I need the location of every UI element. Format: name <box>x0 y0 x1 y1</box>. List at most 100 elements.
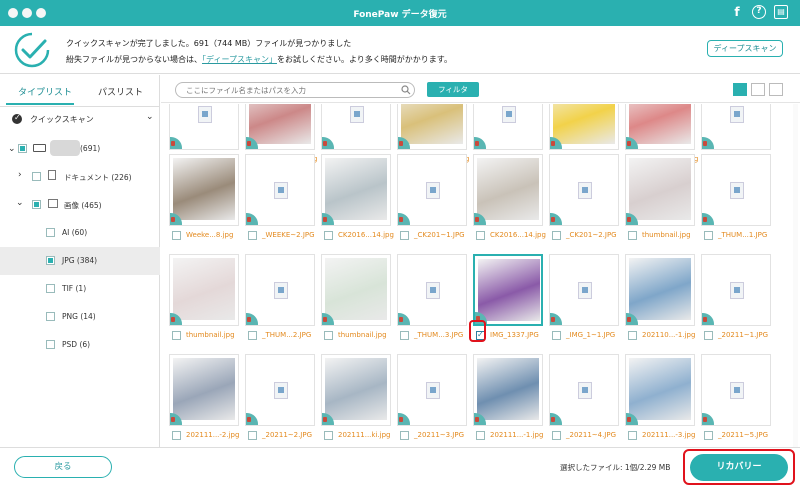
images-checkbox[interactable] <box>32 200 41 209</box>
deep-scan-button[interactable]: ディープスキャン <box>707 40 783 57</box>
file-checkbox[interactable] <box>172 431 181 440</box>
chevron-down-icon[interactable]: ⌄ <box>146 112 154 122</box>
file-tile[interactable]: _THUM...2.JPG <box>237 254 315 354</box>
chevron-down-icon[interactable]: ⌄ <box>8 144 16 154</box>
file-thumbnail[interactable] <box>625 254 695 326</box>
file-tile[interactable]: _20211~3.JPG <box>389 354 467 447</box>
file-checkbox[interactable] <box>324 331 333 340</box>
file-checkbox[interactable] <box>552 431 561 440</box>
file-tile[interactable]: Weeke...8.jpg <box>161 154 239 254</box>
file-tile[interactable]: _WEEKE~2.JPG <box>237 154 315 254</box>
file-checkbox[interactable] <box>476 431 485 440</box>
recover-button[interactable]: リカバリー <box>690 454 788 481</box>
file-checkbox[interactable] <box>400 331 409 340</box>
jpg-checkbox[interactable] <box>46 256 55 265</box>
search-input[interactable] <box>175 82 415 98</box>
file-thumbnail[interactable] <box>473 354 543 426</box>
drive-row[interactable]: ⌄ (691) <box>0 135 160 163</box>
file-thumbnail[interactable] <box>701 104 771 150</box>
drive-checkbox[interactable] <box>18 144 27 153</box>
file-tile[interactable]: 202110...-1.jpg <box>617 254 695 354</box>
file-tile[interactable]: _CK201~1.JPG <box>389 154 467 254</box>
file-thumbnail[interactable] <box>397 104 467 150</box>
file-tile[interactable]: 202111...-3.jpg <box>617 354 695 447</box>
file-thumbnail[interactable] <box>169 354 239 426</box>
file-tile[interactable]: _THUM...1.JPG <box>693 154 771 254</box>
file-thumbnail[interactable] <box>169 104 239 150</box>
quick-scan-row[interactable]: ✓ クイックスキャン ⌄ <box>0 107 160 135</box>
file-tile[interactable]: _20211~5.JPG <box>693 354 771 447</box>
file-checkbox[interactable] <box>172 331 181 340</box>
file-thumbnail[interactable] <box>169 254 239 326</box>
file-thumbnail[interactable] <box>625 104 695 150</box>
documents-checkbox[interactable] <box>32 172 41 181</box>
deep-scan-link[interactable]: 「ディープスキャン」 <box>202 55 277 64</box>
detail-view-icon[interactable] <box>769 83 783 96</box>
tab-type-list[interactable]: タイプリスト <box>18 85 72 98</box>
file-tile[interactable]: 202111...ki.jpg <box>313 354 391 447</box>
file-thumbnail[interactable] <box>625 354 695 426</box>
file-thumbnail[interactable] <box>321 254 391 326</box>
file-tile[interactable]: thumbnail.jpg <box>161 254 239 354</box>
back-button[interactable]: 戻る <box>14 456 112 478</box>
file-tile[interactable]: _CK201~2.JPG <box>541 154 619 254</box>
file-thumbnail[interactable] <box>701 354 771 426</box>
file-type-tif[interactable]: TIF (1) <box>0 275 160 303</box>
file-checkbox[interactable] <box>628 431 637 440</box>
file-tile[interactable]: _20211~2.JPG <box>237 354 315 447</box>
file-thumbnail[interactable] <box>625 154 695 226</box>
file-thumbnail[interactable] <box>473 154 543 226</box>
file-tile[interactable]: _20211~1.JPG <box>693 254 771 354</box>
file-thumbnail[interactable] <box>549 104 619 150</box>
file-checkbox[interactable] <box>324 431 333 440</box>
file-checkbox[interactable] <box>704 231 713 240</box>
file-thumbnail[interactable] <box>549 154 619 226</box>
file-tile[interactable]: thumbnail.jpg <box>313 254 391 354</box>
grid-view-icon[interactable] <box>733 83 747 96</box>
documents-row[interactable]: › ドキュメント (226) <box>0 163 160 191</box>
file-checkbox[interactable] <box>476 231 485 240</box>
file-checkbox[interactable] <box>552 231 561 240</box>
file-thumbnail[interactable] <box>473 254 543 326</box>
file-tile[interactable]: CK2016...14.jpg <box>465 154 546 254</box>
png-checkbox[interactable] <box>46 312 55 321</box>
file-thumbnail[interactable] <box>397 354 467 426</box>
file-thumbnail[interactable] <box>169 154 239 226</box>
file-checkbox[interactable] <box>172 231 181 240</box>
file-thumbnail[interactable] <box>473 104 543 150</box>
file-checkbox[interactable] <box>552 331 561 340</box>
file-checkbox[interactable] <box>248 331 257 340</box>
filter-button[interactable]: フィルタ <box>427 82 479 97</box>
chevron-right-icon[interactable]: › <box>18 170 22 180</box>
search-icon[interactable] <box>401 85 411 95</box>
file-tile[interactable]: 202111...-1.jpg <box>465 354 543 447</box>
file-tile[interactable]: _IMG_1~1.JPG <box>541 254 619 354</box>
file-checkbox[interactable] <box>628 331 637 340</box>
file-thumbnail[interactable] <box>245 354 315 426</box>
file-thumbnail[interactable] <box>321 104 391 150</box>
scrollbar[interactable] <box>793 104 798 447</box>
file-type-ai[interactable]: AI (60) <box>0 219 160 247</box>
file-thumbnail[interactable] <box>397 254 467 326</box>
ai-checkbox[interactable] <box>46 228 55 237</box>
file-thumbnail[interactable] <box>245 254 315 326</box>
file-thumbnail[interactable] <box>701 154 771 226</box>
images-row[interactable]: ⌄ 画像 (465) <box>0 191 160 219</box>
file-checkbox[interactable] <box>628 231 637 240</box>
file-tile[interactable]: thumbnail.jpg <box>617 154 695 254</box>
file-thumbnail[interactable] <box>245 154 315 226</box>
file-checkbox[interactable] <box>248 231 257 240</box>
file-thumbnail[interactable] <box>397 154 467 226</box>
file-checkbox[interactable] <box>704 431 713 440</box>
help-icon[interactable]: ? <box>752 5 766 19</box>
tif-checkbox[interactable] <box>46 284 55 293</box>
file-tile[interactable]: CK2016...14.jpg <box>313 154 394 254</box>
file-thumbnail[interactable] <box>321 154 391 226</box>
tab-path-list[interactable]: パスリスト <box>98 85 143 98</box>
file-checkbox[interactable] <box>704 331 713 340</box>
file-checkbox[interactable] <box>248 431 257 440</box>
save-icon[interactable]: ▤ <box>774 5 788 19</box>
file-checkbox[interactable] <box>400 431 409 440</box>
file-thumbnail[interactable] <box>701 254 771 326</box>
psd-checkbox[interactable] <box>46 340 55 349</box>
